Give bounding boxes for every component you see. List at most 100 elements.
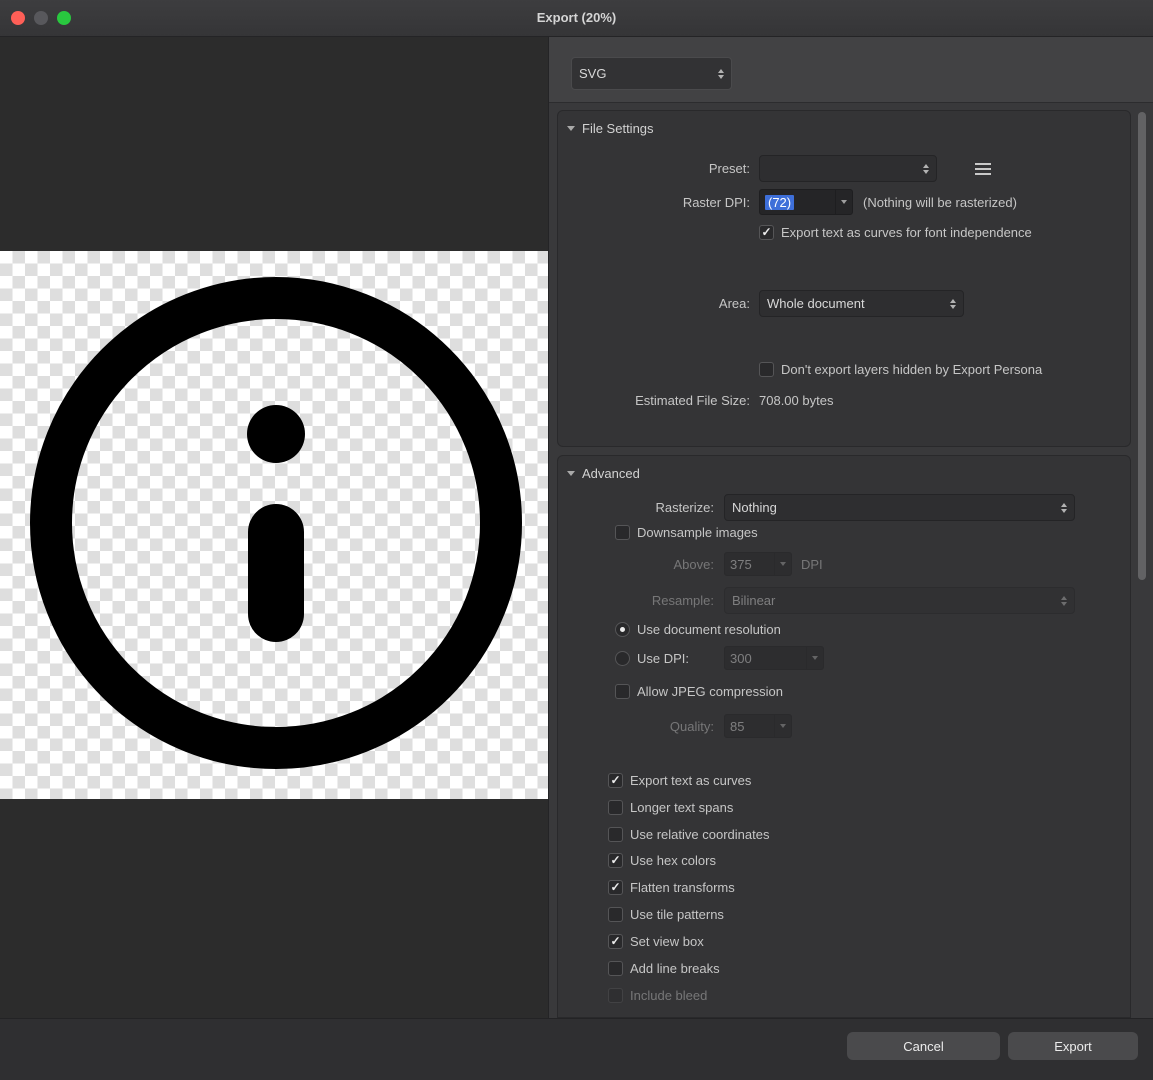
radio-button[interactable] (615, 622, 630, 637)
option-checkbox-row[interactable]: Use relative coordinates (608, 826, 769, 842)
quality-row: Quality: 85 (558, 714, 1130, 738)
option-checkbox-row[interactable]: Include bleed (608, 987, 707, 1003)
preset-row: Preset: (558, 155, 1130, 182)
document-preview (0, 251, 548, 799)
checkbox[interactable] (759, 362, 774, 377)
checkbox[interactable] (608, 934, 623, 949)
format-select-value: SVG (579, 66, 712, 81)
rasterize-select[interactable]: Nothing (724, 494, 1075, 521)
dropdown-arrow-icon[interactable] (774, 553, 791, 575)
section-title: File Settings (582, 121, 654, 136)
checkbox[interactable] (608, 853, 623, 868)
checkbox-label: Export text as curves for font independe… (781, 225, 1032, 240)
checkbox[interactable] (608, 827, 623, 842)
file-settings-header[interactable]: File Settings (567, 121, 654, 136)
titlebar: Export (20%) (0, 0, 1153, 37)
checkbox-label: Longer text spans (630, 800, 733, 815)
info-icon-artwork (0, 251, 548, 799)
quality-combo[interactable]: 85 (724, 714, 792, 738)
checkbox[interactable] (608, 880, 623, 895)
rasterize-select-value: Nothing (732, 500, 1055, 515)
advanced-header[interactable]: Advanced (567, 466, 640, 481)
section-title: Advanced (582, 466, 640, 481)
checkbox-label: Downsample images (637, 525, 758, 540)
area-label: Area: (558, 296, 750, 311)
above-row: Above: 375 DPI (558, 552, 1130, 576)
checkbox-label: Use tile patterns (630, 907, 724, 922)
checkbox[interactable] (608, 773, 623, 788)
use-dpi-combo[interactable]: 300 (724, 646, 824, 670)
export-button[interactable]: Export (1008, 1032, 1138, 1060)
option-checkbox-row[interactable]: Set view box (608, 933, 704, 949)
estimated-size-row: Estimated File Size: 708.00 bytes (558, 392, 1130, 408)
resample-row: Resample: Bilinear (558, 587, 1130, 614)
use-document-resolution-radio-row[interactable]: Use document resolution (615, 621, 781, 637)
checkbox-label: Export text as curves (630, 773, 751, 788)
window-title: Export (20%) (0, 0, 1153, 37)
area-row: Area: Whole document (558, 290, 1130, 317)
format-select[interactable]: SVG (571, 57, 732, 90)
stepper-icon (950, 299, 956, 309)
radio-label: Use DPI: (637, 651, 689, 666)
checkbox[interactable] (615, 684, 630, 699)
raster-dpi-value: (72) (765, 195, 794, 210)
file-settings-section: File Settings Preset: Raster DPI: (72) (… (557, 110, 1131, 447)
above-combo[interactable]: 375 (724, 552, 792, 576)
footer-bar: Cancel Export (0, 1018, 1153, 1080)
hidden-layers-checkbox-row[interactable]: Don't export layers hidden by Export Per… (759, 361, 1042, 377)
checkbox-label: Allow JPEG compression (637, 684, 783, 699)
dropdown-arrow-icon[interactable] (774, 715, 791, 737)
checkbox-label: Use relative coordinates (630, 827, 769, 842)
export-curves-checkbox-row[interactable]: Export text as curves for font independe… (759, 224, 1032, 240)
checkbox[interactable] (608, 988, 623, 1003)
export-settings-panel: SVG File Settings Preset: Raster DPI: (7… (548, 37, 1153, 1018)
use-dpi-value: 300 (725, 647, 806, 669)
checkbox-label: Don't export layers hidden by Export Per… (781, 362, 1042, 377)
checkbox[interactable] (759, 225, 774, 240)
use-dpi-radio-row[interactable]: Use DPI: (615, 650, 689, 666)
radio-label: Use document resolution (637, 622, 781, 637)
checkbox[interactable] (608, 907, 623, 922)
above-suffix: DPI (801, 557, 823, 572)
stepper-icon (923, 164, 929, 174)
option-checkbox-row[interactable]: Add line breaks (608, 960, 720, 976)
above-label: Above: (558, 557, 714, 572)
raster-dpi-combo[interactable]: (72) (759, 189, 853, 215)
option-checkbox-row[interactable]: Use tile patterns (608, 906, 724, 922)
jpeg-compression-checkbox-row[interactable]: Allow JPEG compression (615, 683, 783, 699)
preset-select[interactable] (759, 155, 937, 182)
checkbox[interactable] (615, 525, 630, 540)
quality-label: Quality: (558, 719, 714, 734)
option-checkbox-row[interactable]: Flatten transforms (608, 879, 735, 895)
resample-select-value: Bilinear (732, 593, 1055, 608)
option-checkbox-row[interactable]: Longer text spans (608, 799, 733, 815)
area-select-value: Whole document (767, 296, 944, 311)
export-dialog: Export (20%) SVG File Settings Preset: (0, 0, 1153, 1080)
dropdown-arrow-icon[interactable] (806, 647, 823, 669)
option-checkbox-row[interactable]: Export text as curves (608, 772, 751, 788)
above-value: 375 (725, 553, 774, 575)
resample-label: Resample: (558, 593, 714, 608)
cancel-button[interactable]: Cancel (847, 1032, 1000, 1060)
preview-pane (0, 37, 548, 1018)
estimated-size-label: Estimated File Size: (558, 393, 750, 408)
raster-dpi-label: Raster DPI: (558, 195, 750, 210)
stepper-icon (1061, 596, 1067, 606)
quality-value: 85 (725, 715, 774, 737)
checkbox-label: Add line breaks (630, 961, 720, 976)
downsample-checkbox-row[interactable]: Downsample images (615, 524, 758, 540)
radio-button[interactable] (615, 651, 630, 666)
raster-dpi-row: Raster DPI: (72) (Nothing will be raster… (558, 189, 1130, 215)
dropdown-arrow-icon[interactable] (835, 190, 852, 214)
raster-dpi-note: (Nothing will be rasterized) (863, 195, 1017, 210)
checkbox-label: Flatten transforms (630, 880, 735, 895)
option-checkbox-row[interactable]: Use hex colors (608, 852, 716, 868)
checkbox-label: Include bleed (630, 988, 707, 1003)
checkbox[interactable] (608, 800, 623, 815)
resample-select[interactable]: Bilinear (724, 587, 1075, 614)
area-select[interactable]: Whole document (759, 290, 964, 317)
checkbox[interactable] (608, 961, 623, 976)
preset-menu-icon[interactable] (975, 163, 991, 165)
advanced-section: Advanced Rasterize: Nothing Downsample i… (557, 455, 1131, 1018)
scrollbar-thumb[interactable] (1138, 112, 1146, 580)
